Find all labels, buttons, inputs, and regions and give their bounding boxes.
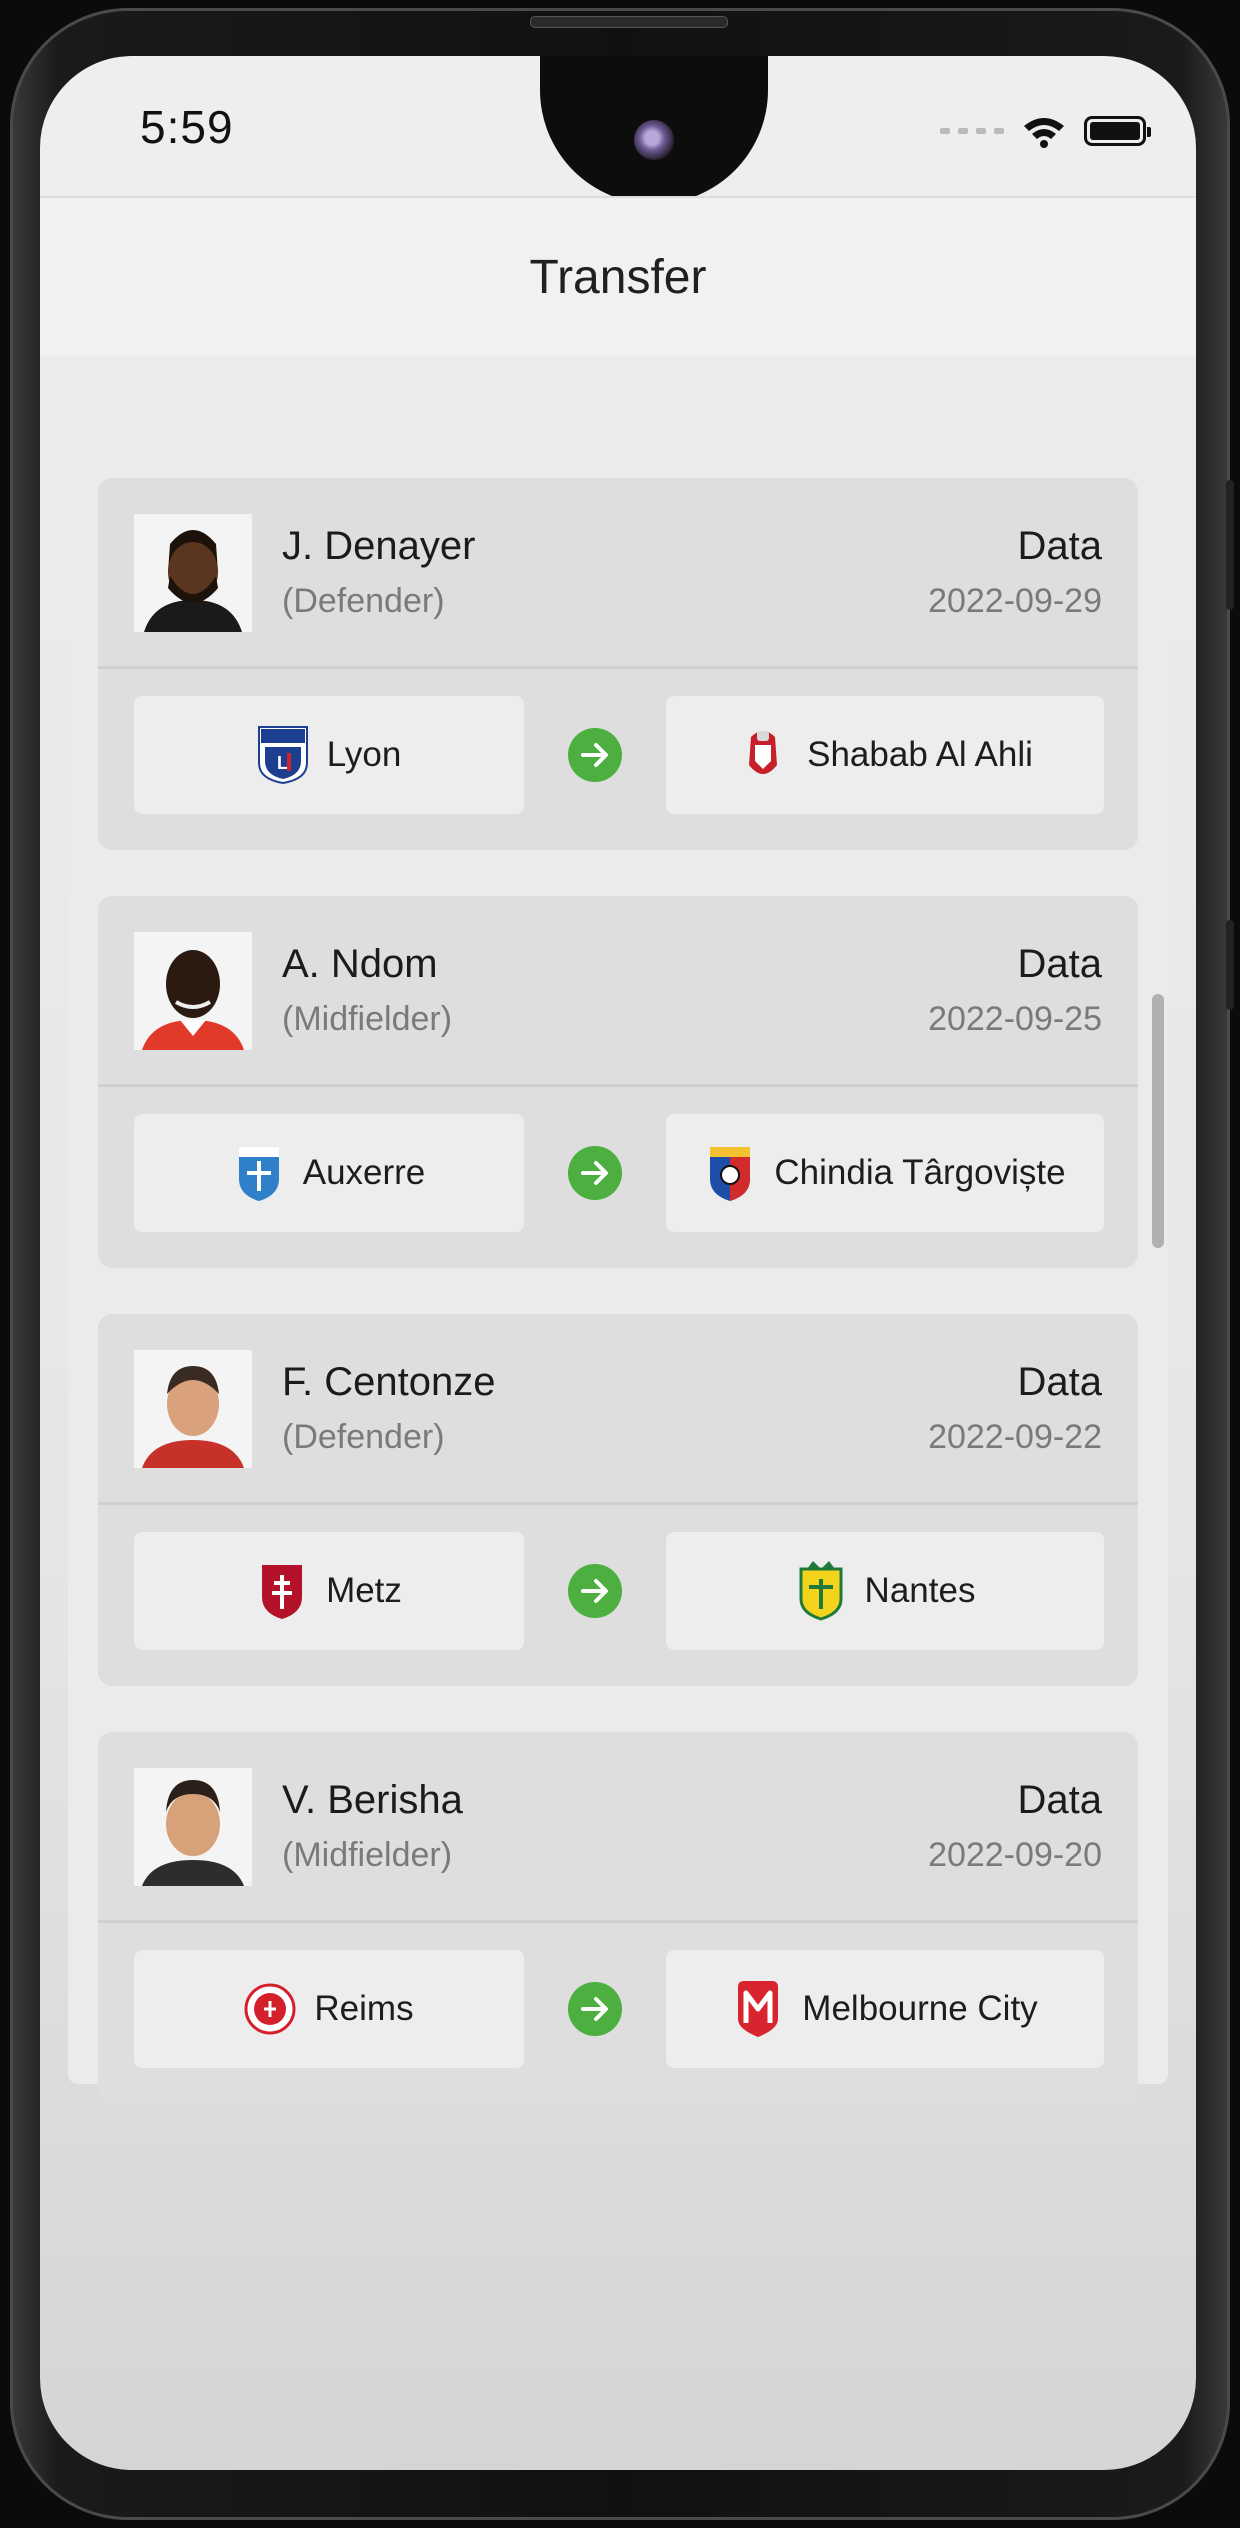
app-header: Transfer: [40, 196, 1196, 356]
player-position: (Midfielder): [282, 1836, 453, 1874]
player-name: J. Denayer: [282, 524, 476, 568]
card-header: A. Ndom (Midfielder) Data 2022-09-25: [98, 896, 1138, 1087]
card-header: V. Berisha (Midfielder) Data 2022-09-20: [98, 1732, 1138, 1923]
date-label: Data: [1017, 1360, 1103, 1404]
shabab-al-ahli-crest-icon: [749, 731, 778, 774]
signal-dots-icon: [940, 128, 1004, 134]
from-club-name: Reims: [314, 1989, 414, 2028]
player-position: (Midfielder): [282, 1000, 453, 1038]
battery-icon: [1084, 116, 1151, 146]
transfer-card[interactable]: J. Denayer (Defender) Data 2022-09-29 L …: [98, 478, 1138, 850]
date-label: Data: [1017, 942, 1103, 986]
to-club-button[interactable]: Melbourne City: [666, 1950, 1104, 2068]
melbourne-city-crest-icon: [738, 1981, 779, 2037]
player-position: (Defender): [282, 582, 445, 620]
auxerre-crest-icon: [238, 1147, 279, 1201]
arrow-right-icon: [568, 1982, 622, 2036]
transfer-date: 2022-09-29: [928, 582, 1102, 620]
player-photo: [134, 932, 252, 1050]
earpiece-speaker: [530, 16, 728, 28]
from-club-button[interactable]: Reims: [134, 1950, 524, 2068]
to-club-name: Melbourne City: [802, 1989, 1038, 2028]
player-name: F. Centonze: [282, 1360, 496, 1404]
wifi-icon: [1024, 118, 1064, 148]
transfer-date: 2022-09-22: [928, 1418, 1102, 1456]
scrollbar-thumb[interactable]: [1152, 994, 1164, 1248]
transfer-date: 2022-09-20: [928, 1836, 1102, 1874]
player-photo: [134, 1350, 252, 1468]
chindia-targoviste-crest-icon: [710, 1147, 751, 1201]
to-club-name: Nantes: [864, 1571, 976, 1610]
from-club-button[interactable]: L Lyon: [134, 696, 524, 814]
page-title: Transfer: [529, 250, 707, 304]
transfer-card[interactable]: V. Berisha (Midfielder) Data 2022-09-20 …: [98, 1732, 1138, 2104]
to-club-name: Chindia Târgoviște: [774, 1153, 1066, 1192]
transfer-card[interactable]: A. Ndom (Midfielder) Data 2022-09-25 Aux…: [98, 896, 1138, 1268]
from-club-name: Lyon: [326, 735, 402, 774]
transfer-card[interactable]: F. Centonze (Defender) Data 2022-09-22 M…: [98, 1314, 1138, 1686]
nantes-crest-icon: [799, 1561, 843, 1621]
status-icons: [940, 114, 1151, 148]
from-club-button[interactable]: Metz: [134, 1532, 524, 1650]
lyon-crest-icon: L: [257, 726, 308, 785]
transfer-date: 2022-09-25: [928, 1000, 1102, 1038]
date-label: Data: [1017, 1778, 1103, 1822]
player-name: V. Berisha: [282, 1778, 463, 1822]
player-name: A. Ndom: [282, 942, 438, 986]
player-position: (Defender): [282, 1418, 445, 1456]
player-photo: [134, 1768, 252, 1886]
card-header: J. Denayer (Defender) Data 2022-09-29: [98, 478, 1138, 669]
arrow-right-icon: [568, 1146, 622, 1200]
transfer-list[interactable]: J. Denayer (Defender) Data 2022-09-29 L …: [68, 382, 1168, 2104]
power-button: [1226, 480, 1234, 610]
status-time: 5:59: [140, 101, 234, 153]
date-label: Data: [1017, 524, 1103, 568]
card-header: F. Centonze (Defender) Data 2022-09-22: [98, 1314, 1138, 1505]
to-club-button[interactable]: Shabab Al Ahli: [666, 696, 1104, 814]
screen: 5:59 Transfer J. Denayer (Defender) Data…: [40, 56, 1196, 2470]
from-club-name: Metz: [326, 1571, 402, 1610]
player-photo: [134, 514, 252, 632]
from-club-button[interactable]: Auxerre: [134, 1114, 524, 1232]
from-club-name: Auxerre: [302, 1153, 426, 1192]
arrow-right-icon: [568, 728, 622, 782]
to-club-button[interactable]: Nantes: [666, 1532, 1104, 1650]
arrow-right-icon: [568, 1564, 622, 1618]
volume-button: [1226, 920, 1234, 1010]
metz-crest-icon: [262, 1565, 303, 1619]
to-club-name: Shabab Al Ahli: [807, 735, 1033, 774]
svg-text:L: L: [277, 753, 288, 773]
reims-crest-icon: [244, 1983, 296, 2035]
to-club-button[interactable]: Chindia Târgoviște: [666, 1114, 1104, 1232]
front-camera-icon: [634, 120, 674, 160]
